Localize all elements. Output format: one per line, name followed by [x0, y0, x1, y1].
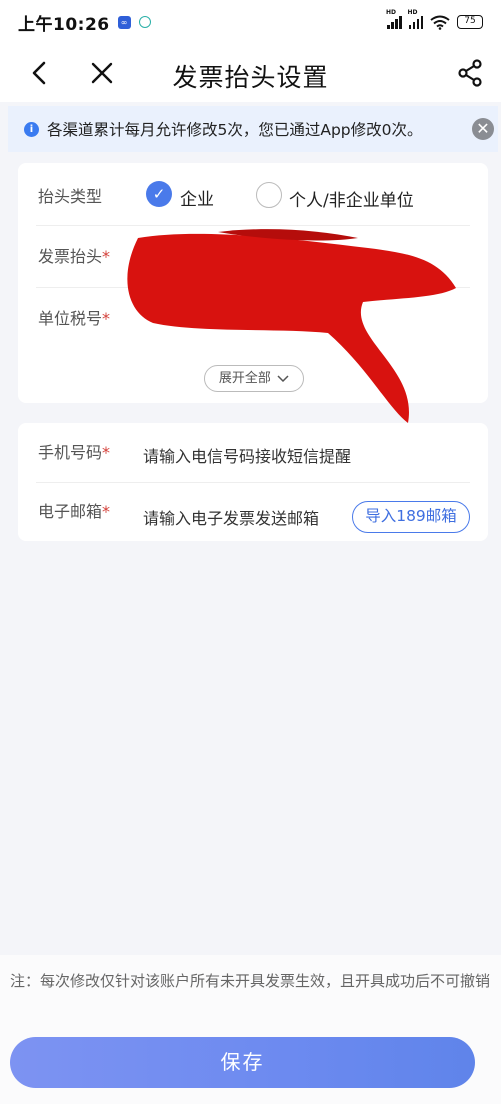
nav-bar: 发票抬头设置: [0, 44, 501, 102]
status-bar: 上午10:26 ∞ HD HD 75: [0, 0, 501, 44]
phone-input[interactable]: 请输入电信号码接收短信提醒: [143, 443, 351, 467]
expand-all-button[interactable]: 展开全部: [204, 365, 304, 392]
invoice-header-card: 抬头类型 ✓ 企业 个人/非企业单位 发票抬头* 单位税号* 展开全部: [18, 163, 488, 403]
chevron-down-icon: [277, 374, 289, 382]
page-title: 发票抬头设置: [172, 63, 329, 92]
hd-label-2: HD: [407, 8, 418, 16]
invoice-title-label: 发票抬头*: [38, 243, 110, 267]
notice-close-icon[interactable]: ✕: [472, 118, 494, 140]
tax-id-label-text: 单位税号: [38, 309, 103, 328]
radio-enterprise[interactable]: ✓: [146, 181, 172, 207]
status-indicators: HD HD 75: [386, 9, 483, 30]
tax-id-row[interactable]: 单位税号*: [18, 287, 488, 349]
share-icon[interactable]: [455, 57, 487, 89]
app-notification-icon: ∞: [117, 15, 131, 29]
save-button[interactable]: 保存: [10, 1037, 475, 1088]
cellular-signal-icon-2: HD: [408, 9, 423, 29]
email-input[interactable]: 请输入电子发票发送邮箱: [143, 505, 319, 529]
email-label: 电子邮箱*: [38, 498, 110, 522]
cellular-signal-icon: HD: [386, 9, 402, 29]
expand-all-label: 展开全部: [218, 371, 271, 386]
header-type-row: 抬头类型 ✓ 企业 个人/非企业单位: [18, 163, 488, 225]
footer-note: 注：每次修改仅针对该账户所有未开具发票生效，且开具成功后不可撤销: [10, 972, 491, 990]
contact-info-card: 手机号码* 请输入电信号码接收短信提醒 电子邮箱* 请输入电子发票发送邮箱 导入…: [18, 423, 488, 541]
required-mark: *: [102, 443, 111, 462]
email-label-text: 电子邮箱: [38, 502, 103, 521]
wifi-icon: [430, 15, 450, 30]
battery-indicator: 75: [457, 15, 483, 29]
header-type-label: 抬头类型: [38, 187, 103, 206]
phone-row: 手机号码* 请输入电信号码接收短信提醒: [18, 423, 488, 482]
modification-limit-notice: i 各渠道累计每月允许修改5次，您已通过App修改0次。 ✕: [8, 106, 498, 152]
import-189-mail-button[interactable]: 导入189邮箱: [352, 501, 470, 533]
required-mark: *: [102, 502, 111, 521]
phone-label: 手机号码*: [38, 439, 110, 463]
required-mark: *: [102, 309, 111, 328]
notice-text: 各渠道累计每月允许修改5次，您已通过App修改0次。: [47, 121, 423, 139]
invoice-title-label-text: 发票抬头: [38, 247, 103, 266]
sync-ring-icon: [138, 16, 151, 28]
tax-id-label: 单位税号*: [38, 305, 110, 329]
radio-enterprise-label[interactable]: 企业: [180, 185, 214, 210]
invoice-title-row[interactable]: 发票抬头*: [18, 225, 488, 287]
radio-individual[interactable]: [256, 182, 282, 208]
info-icon: i: [24, 121, 39, 137]
hd-label: HD: [386, 8, 397, 16]
radio-individual-label[interactable]: 个人/非企业单位: [289, 186, 414, 211]
phone-label-text: 手机号码: [38, 443, 103, 462]
status-time: 上午10:26: [18, 14, 110, 35]
required-mark: *: [102, 247, 111, 266]
